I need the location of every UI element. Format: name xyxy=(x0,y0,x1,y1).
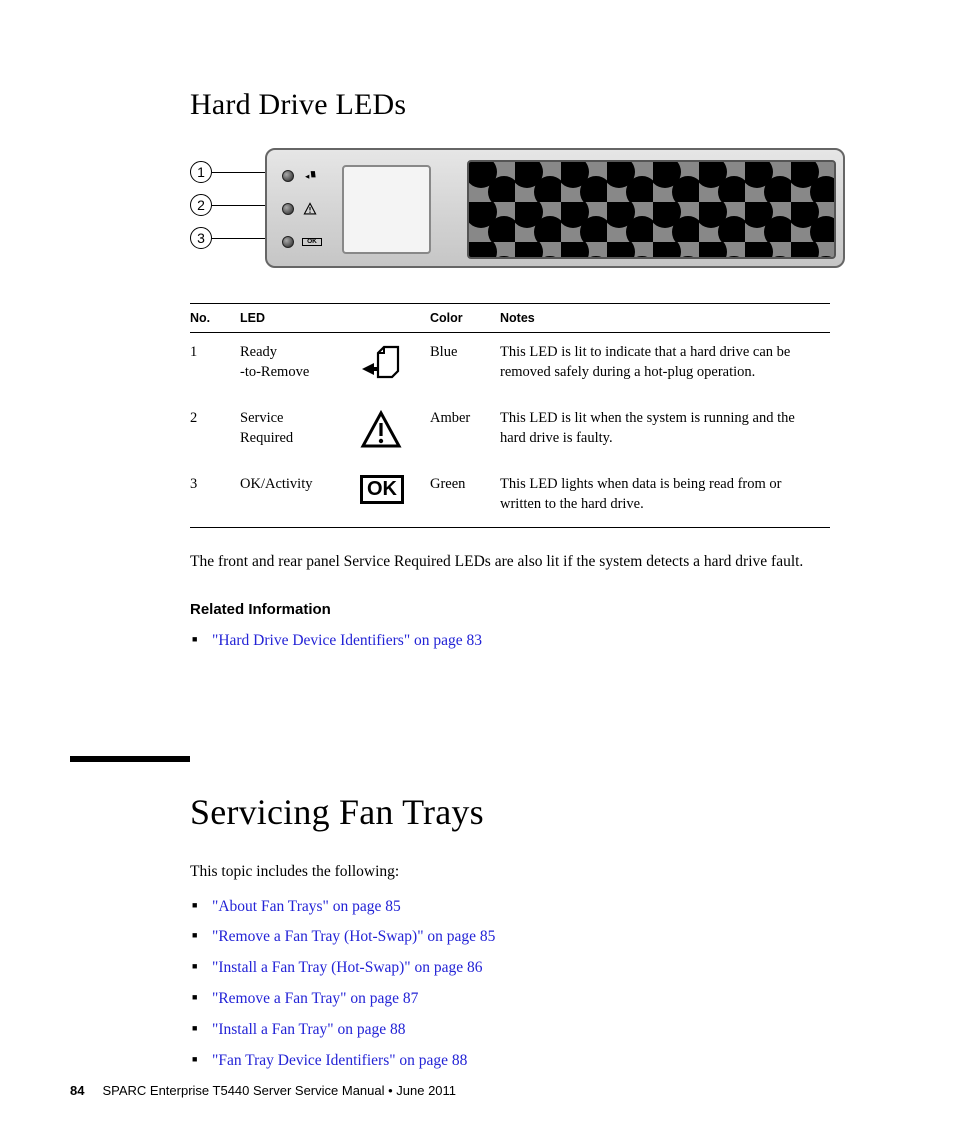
col-header-led: LED xyxy=(240,303,430,333)
col-header-notes: Notes xyxy=(500,303,830,333)
list-item: "Install a Fan Tray (Hot-Swap)" on page … xyxy=(190,958,850,979)
related-links-list: "Hard Drive Device Identifiers" on page … xyxy=(190,631,850,652)
drive-label-area xyxy=(342,165,431,254)
xref-link[interactable]: "Remove a Fan Tray" on page 87 xyxy=(212,990,418,1007)
footer-doc-title: SPARC Enterprise T5440 Server Service Ma… xyxy=(102,1082,456,1100)
table-row: 1 Ready -to-Remove xyxy=(190,333,830,400)
xref-link[interactable]: "Fan Tray Device Identifiers" on page 88 xyxy=(212,1052,467,1069)
table-row: 3 OK/Activity OK Green This LED lights w… xyxy=(190,465,830,528)
list-item: "Install a Fan Tray" on page 88 xyxy=(190,1020,850,1041)
cell-no: 1 xyxy=(190,333,240,400)
led-dot xyxy=(282,170,294,182)
list-item: "Fan Tray Device Identifiers" on page 88 xyxy=(190,1051,850,1072)
list-item: "Hard Drive Device Identifiers" on page … xyxy=(190,631,850,652)
cell-notes: This LED is lit when the system is runni… xyxy=(500,399,830,465)
cell-led: Service Required xyxy=(240,399,360,465)
figure-callouts: 1 2 3 xyxy=(190,156,267,255)
callout-bubble: 3 xyxy=(190,227,212,249)
vent-grille xyxy=(467,160,836,259)
list-item: "Remove a Fan Tray" on page 87 xyxy=(190,989,850,1010)
cell-color: Green xyxy=(430,465,500,528)
xref-link[interactable]: "Install a Fan Tray (Hot-Swap)" on page … xyxy=(212,959,483,976)
xref-link[interactable]: "About Fan Trays" on page 85 xyxy=(212,898,401,915)
ready-to-remove-icon xyxy=(302,169,318,183)
page-number: 84 xyxy=(70,1082,84,1100)
cell-no: 3 xyxy=(190,465,240,528)
led-table: No. LED Color Notes 1 Ready -to-Remove xyxy=(190,303,830,529)
col-header-color: Color xyxy=(430,303,500,333)
section-heading: Hard Drive LEDs xyxy=(190,85,850,126)
chapter-heading: Servicing Fan Trays xyxy=(190,788,850,837)
related-info-heading: Related Information xyxy=(190,600,850,620)
cell-notes: This LED lights when data is being read … xyxy=(500,465,830,528)
chapter-rule xyxy=(70,756,190,762)
callout-bubble: 2 xyxy=(190,194,212,216)
table-row: 2 Service Required Amber This LED i xyxy=(190,399,830,465)
cell-led: OK/Activity xyxy=(240,465,360,528)
xref-link[interactable]: "Remove a Fan Tray (Hot-Swap)" on page 8… xyxy=(212,928,495,945)
service-required-icon xyxy=(360,409,402,451)
xref-link[interactable]: "Hard Drive Device Identifiers" on page … xyxy=(212,632,482,649)
cell-no: 2 xyxy=(190,399,240,465)
list-item: "Remove a Fan Tray (Hot-Swap)" on page 8… xyxy=(190,927,850,948)
list-item: "About Fan Trays" on page 85 xyxy=(190,897,850,918)
table-rule xyxy=(190,527,830,528)
hard-drive-figure: 1 2 3 OK xyxy=(190,148,850,278)
chapter-links-list: "About Fan Trays" on page 85 "Remove a F… xyxy=(190,897,850,1073)
xref-link[interactable]: "Install a Fan Tray" on page 88 xyxy=(212,1021,405,1038)
drive-panel: OK xyxy=(265,148,845,268)
cell-color: Blue xyxy=(430,333,500,400)
body-text: This topic includes the following: xyxy=(190,862,850,883)
led-dot xyxy=(282,236,294,248)
col-header-no: No. xyxy=(190,303,240,333)
ready-to-remove-icon xyxy=(360,343,402,385)
led-dot xyxy=(282,203,294,215)
cell-notes: This LED is lit to indicate that a hard … xyxy=(500,333,830,400)
service-required-icon xyxy=(302,202,318,216)
body-text: The front and rear panel Service Require… xyxy=(190,552,850,573)
cell-led: Ready -to-Remove xyxy=(240,333,360,400)
cell-color: Amber xyxy=(430,399,500,465)
ok-icon: OK xyxy=(360,475,404,504)
callout-bubble: 1 xyxy=(190,161,212,183)
page-footer: 84 SPARC Enterprise T5440 Server Service… xyxy=(70,1082,456,1100)
ok-icon: OK xyxy=(302,238,322,247)
